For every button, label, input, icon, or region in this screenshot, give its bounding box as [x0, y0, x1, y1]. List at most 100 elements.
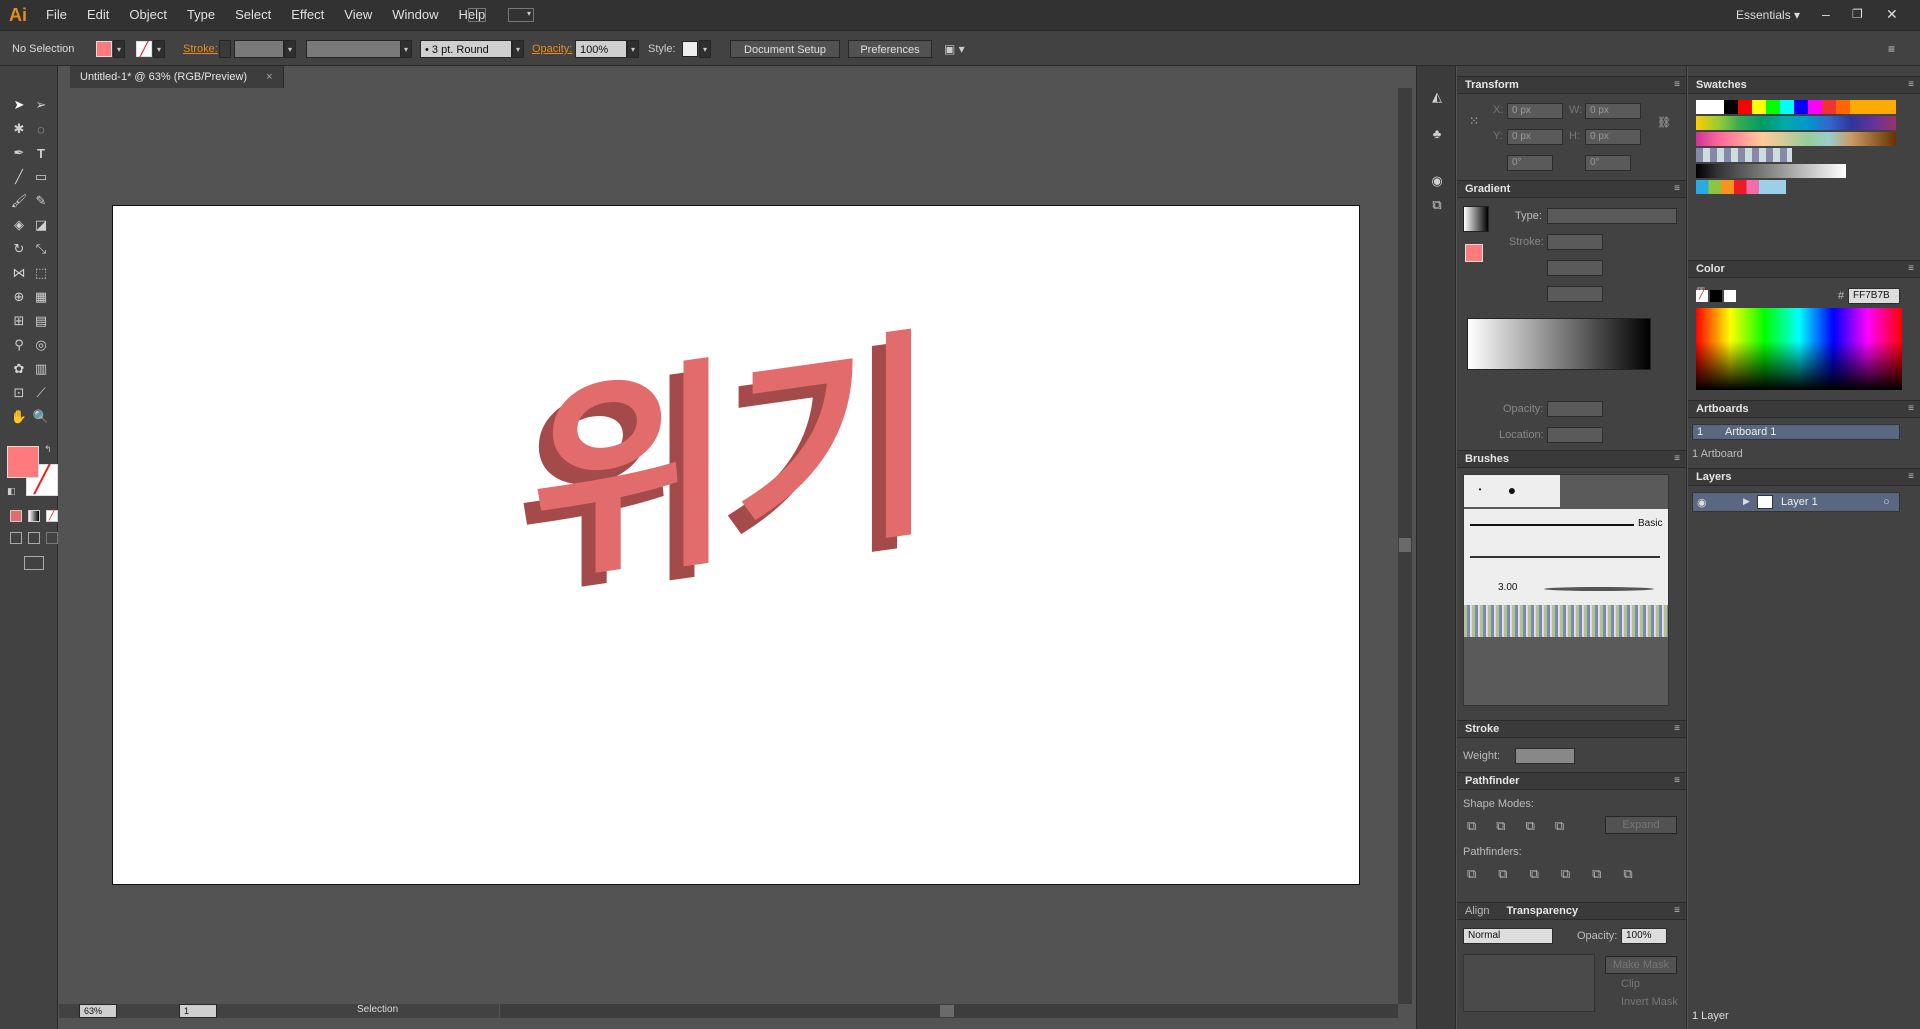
- panel-menu-icon[interactable]: ≡: [1674, 773, 1680, 789]
- preferences-button[interactable]: Preferences: [848, 40, 932, 58]
- shape-mode-icons[interactable]: ⧉⧉⧉⧉: [1467, 818, 1584, 834]
- swap-fill-stroke-icon[interactable]: ↰: [44, 444, 52, 455]
- gradient-preview[interactable]: [1463, 206, 1489, 232]
- brush-dropdown-icon[interactable]: ▾: [512, 40, 524, 58]
- panel-menu-icon[interactable]: ≡: [1674, 181, 1680, 197]
- clip-checkbox[interactable]: Clip: [1621, 978, 1640, 990]
- fill-swatch[interactable]: [96, 41, 112, 57]
- shape-builder-tool-icon[interactable]: ⊕: [8, 286, 30, 308]
- artboards-panel-header[interactable]: Artboards ≡: [1688, 400, 1920, 418]
- fill-dropdown-icon[interactable]: ▾: [113, 40, 125, 58]
- tab-transparency[interactable]: Transparency: [1507, 905, 1579, 917]
- artboard-row[interactable]: 1 Artboard 1: [1692, 424, 1900, 440]
- eraser-tool-icon[interactable]: ◪: [30, 214, 52, 236]
- visibility-eye-icon[interactable]: ◉: [1697, 496, 1707, 509]
- color-spectrum[interactable]: [1696, 308, 1902, 390]
- mesh-tool-icon[interactable]: ⊞: [8, 310, 30, 332]
- gradient-tool-icon[interactable]: ▤: [30, 310, 52, 332]
- menu-window[interactable]: Window: [382, 0, 448, 30]
- brush-calligraphic[interactable]: 3.00: [1464, 573, 1668, 605]
- panel-menu-icon[interactable]: ≡: [1674, 77, 1680, 93]
- layers-panel-header[interactable]: Layers ≡: [1688, 468, 1920, 486]
- vertical-scroll-thumb[interactable]: [1399, 538, 1411, 552]
- rectangle-tool-icon[interactable]: ▭: [30, 166, 52, 188]
- stroke-none-swatch[interactable]: ╱: [136, 41, 152, 57]
- opacity-dropdown-icon[interactable]: ▾: [627, 40, 639, 58]
- invert-mask-checkbox[interactable]: Invert Mask: [1621, 996, 1678, 1008]
- zoom-tool-icon[interactable]: 🔍: [30, 406, 52, 428]
- default-fill-stroke-icon[interactable]: ◧: [7, 486, 16, 497]
- menu-file[interactable]: File: [36, 0, 77, 30]
- horizontal-scrollbar[interactable]: [500, 1004, 1398, 1018]
- close-tab-icon[interactable]: ×: [266, 71, 272, 83]
- workspace-switcher[interactable]: Essentials ▾: [1736, 0, 1800, 30]
- make-mask-button[interactable]: Make Mask: [1605, 956, 1677, 974]
- swatch-row-patterns[interactable]: [1696, 148, 1792, 162]
- x-input[interactable]: 0 px: [1507, 103, 1563, 119]
- bridge-icon[interactable]: [468, 8, 486, 22]
- menu-edit[interactable]: Edit: [77, 0, 119, 30]
- color-mode-icon[interactable]: [10, 510, 22, 522]
- panel-menu-icon[interactable]: ≡: [1908, 261, 1914, 277]
- expand-layer-icon[interactable]: ▶: [1743, 496, 1750, 507]
- stroke-label[interactable]: Stroke:: [183, 40, 218, 58]
- color-panel-header[interactable]: Color ≡: [1688, 260, 1920, 278]
- graph-tool-icon[interactable]: ▥: [30, 358, 52, 380]
- brush-pattern[interactable]: [1464, 605, 1668, 637]
- panel-menu-icon[interactable]: ≡: [1674, 451, 1680, 467]
- profile-dropdown-icon[interactable]: ▾: [400, 40, 412, 58]
- artboard-nav-input[interactable]: 1: [179, 1004, 217, 1018]
- stroke-weight-input[interactable]: [234, 40, 284, 58]
- gradient-panel-header[interactable]: Gradient ≡: [1457, 180, 1686, 198]
- line-tool-icon[interactable]: ╱: [8, 166, 30, 188]
- panel-menu-icon[interactable]: ≡: [1674, 721, 1680, 737]
- graphic-styles-icon[interactable]: ⧉: [1426, 194, 1448, 216]
- gradient-opacity-input[interactable]: [1547, 401, 1603, 417]
- graphic-style-swatch[interactable]: [682, 41, 698, 57]
- direct-selection-tool-icon[interactable]: ➢: [30, 94, 52, 116]
- color-white-icon[interactable]: [1724, 290, 1736, 302]
- w-input[interactable]: 0 px: [1585, 103, 1641, 119]
- gradient-aspect-input[interactable]: [1547, 286, 1603, 302]
- type-tool-icon[interactable]: T: [30, 142, 52, 164]
- stroke-weight-field[interactable]: [1515, 748, 1575, 764]
- draw-behind-icon[interactable]: [28, 532, 40, 544]
- gradient-fill-box[interactable]: [1465, 244, 1483, 262]
- eyedropper-tool-icon[interactable]: ⚲: [8, 334, 30, 356]
- lasso-tool-icon[interactable]: ◌: [30, 118, 52, 140]
- menu-view[interactable]: View: [334, 0, 382, 30]
- free-transform-tool-icon[interactable]: ⬚: [30, 262, 52, 284]
- panel-menu-icon[interactable]: ≡: [1908, 469, 1914, 485]
- stroke-weight-dropdown-icon[interactable]: ▾: [284, 40, 296, 58]
- selection-tool-icon[interactable]: ➤: [8, 94, 30, 116]
- h-input[interactable]: 0 px: [1585, 129, 1641, 145]
- width-tool-icon[interactable]: ⋈: [8, 262, 30, 284]
- minimize-icon[interactable]: –: [1822, 0, 1830, 28]
- constrain-proportions-icon[interactable]: ⛓: [1657, 116, 1671, 129]
- transparency-opacity-input[interactable]: 100%: [1621, 928, 1667, 944]
- transform-panel-header[interactable]: Transform ≡: [1457, 76, 1686, 94]
- brush-charcoal[interactable]: [1464, 541, 1668, 573]
- horizontal-scroll-thumb[interactable]: [940, 1005, 954, 1017]
- panel-menu-icon[interactable]: ≡: [1908, 401, 1914, 417]
- expand-button[interactable]: Expand: [1605, 816, 1677, 834]
- blob-brush-tool-icon[interactable]: ◈: [8, 214, 30, 236]
- swatch-row-1[interactable]: [1696, 100, 1896, 114]
- magic-wand-tool-icon[interactable]: ✱: [8, 118, 30, 140]
- brush-dot-small[interactable]: •: [1464, 475, 1496, 507]
- brush-definition[interactable]: • 3 pt. Round: [420, 40, 512, 58]
- stroke-dropdown-icon[interactable]: ▾: [153, 40, 165, 58]
- swatch-row-3[interactable]: [1696, 132, 1896, 146]
- brush-basic[interactable]: Basic: [1464, 509, 1668, 541]
- artboard-tool-icon[interactable]: ⊡: [8, 382, 30, 404]
- vertical-scrollbar[interactable]: [1398, 88, 1412, 1004]
- color-black-icon[interactable]: [1710, 290, 1722, 302]
- variable-width-profile[interactable]: [306, 40, 402, 58]
- gradient-angle-input[interactable]: [1547, 260, 1603, 276]
- stroke-panel-header[interactable]: Stroke ≡: [1457, 720, 1686, 738]
- menu-select[interactable]: Select: [225, 0, 281, 30]
- swatch-row-group[interactable]: [1696, 180, 1786, 194]
- brush-dot-large[interactable]: ●: [1496, 475, 1528, 507]
- shear-input[interactable]: 0°: [1585, 155, 1631, 171]
- blend-mode-select[interactable]: Normal: [1463, 928, 1553, 944]
